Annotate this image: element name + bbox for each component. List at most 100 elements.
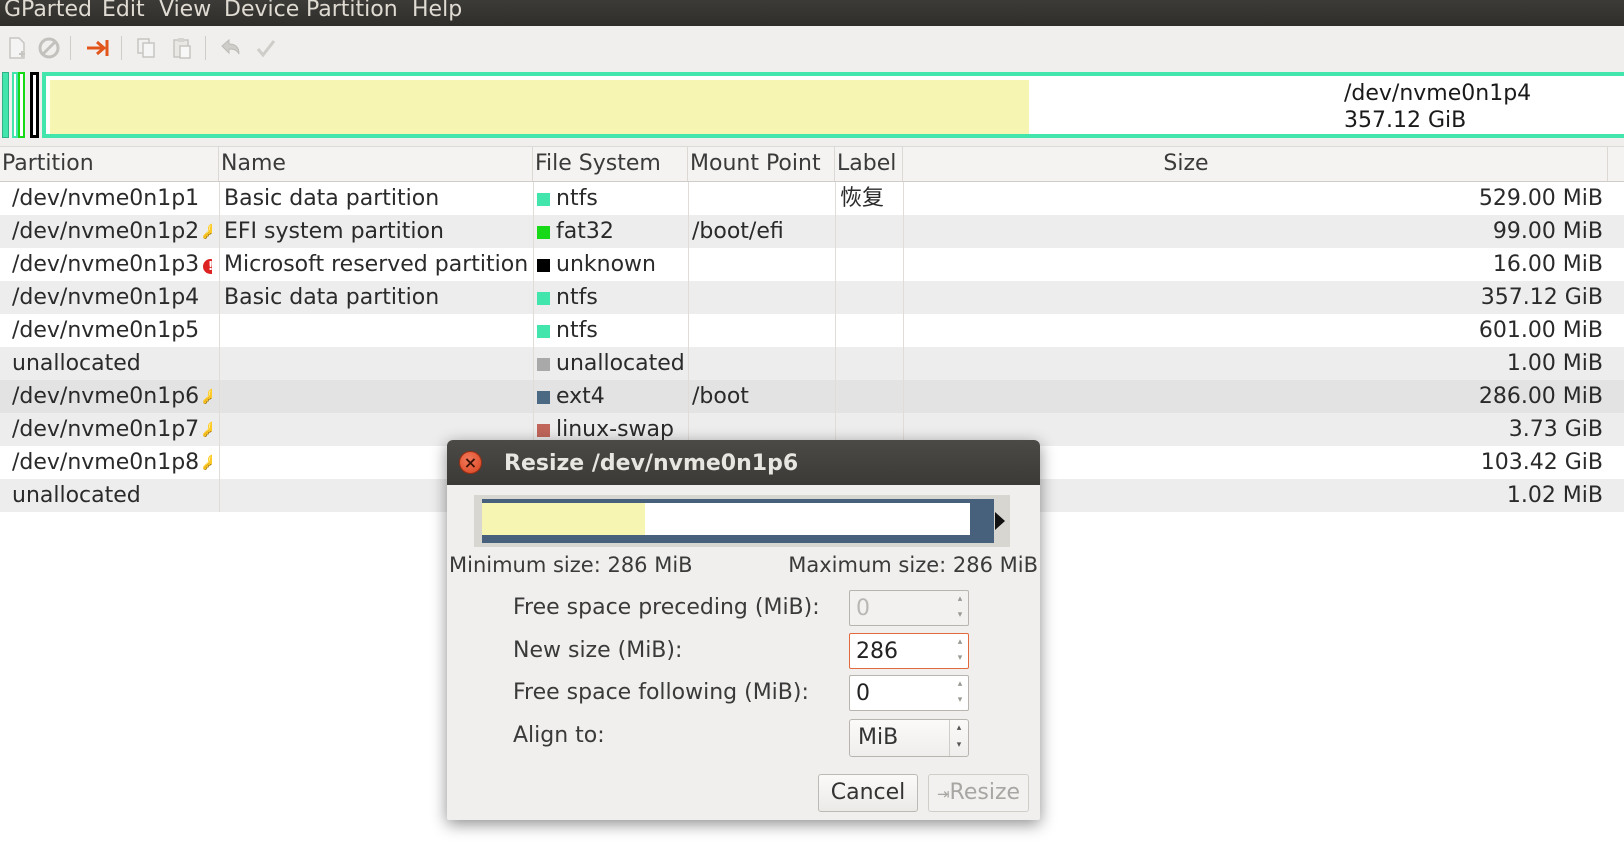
cell-name: Microsoft reserved partition xyxy=(224,248,529,281)
fs-text: unknown xyxy=(556,252,656,277)
column-name[interactable]: Name xyxy=(219,147,533,181)
filesystem-color-swatch xyxy=(537,325,550,338)
new-size-input[interactable] xyxy=(850,634,950,668)
partition-text: /dev/nvme0n1p6 xyxy=(12,384,200,409)
column-divider xyxy=(533,314,534,347)
free-space-preceding-input[interactable] xyxy=(850,591,950,625)
cell-partition: unallocated xyxy=(12,479,212,512)
align-to-select[interactable]: MiB ▴ ▾ xyxy=(849,719,969,757)
minimum-size-text: Minimum size: 286 MiB xyxy=(449,553,693,577)
partition-text: /dev/nvme0n1p8 xyxy=(12,450,200,475)
size-text: 99.00 MiB xyxy=(1492,219,1603,244)
cell-name xyxy=(224,314,529,347)
menu-help[interactable]: Help xyxy=(412,0,462,22)
paste-icon[interactable] xyxy=(168,34,196,62)
resize-map-used-space xyxy=(482,503,645,535)
new-icon[interactable] xyxy=(3,34,31,62)
menu-device[interactable]: Device xyxy=(224,0,299,22)
dialog-titlebar: × Resize /dev/nvme0n1p6 xyxy=(447,440,1040,485)
key-icon: 🔑 xyxy=(202,224,212,240)
free-space-following-input[interactable] xyxy=(850,676,950,710)
menu-edit[interactable]: Edit xyxy=(102,0,145,22)
partition-text: /dev/nvme0n1p1 xyxy=(12,186,200,211)
diskmap-partition-p1[interactable] xyxy=(2,72,9,138)
name-text: Basic data partition xyxy=(224,285,440,310)
partition-text: /dev/nvme0n1p2 xyxy=(12,219,200,244)
resize-map xyxy=(474,495,1010,547)
free-space-following-field[interactable]: ▴▾ xyxy=(849,675,969,711)
new-size-field[interactable]: ▴▾ xyxy=(849,633,969,669)
spin-arrows-icon[interactable]: ▴ ▾ xyxy=(952,591,968,625)
diskmap-partition-p3[interactable] xyxy=(18,72,25,138)
table-row[interactable]: /dev/nvme0n1p2 🔑 EFI system partition fat32… xyxy=(0,215,1624,248)
spin-arrows-icon[interactable]: ▴ ▾ xyxy=(952,676,968,710)
column-divider xyxy=(219,314,220,347)
partition-text: unallocated xyxy=(12,351,141,376)
cell-fs: ntfs xyxy=(537,182,687,215)
partition-text: /dev/nvme0n1p7 xyxy=(12,417,200,442)
toolbar-separator xyxy=(205,36,206,60)
filesystem-color-swatch xyxy=(537,358,550,371)
close-icon[interactable]: × xyxy=(459,451,482,474)
cell-mount xyxy=(692,182,832,215)
resize-button[interactable]: ⇥Resize xyxy=(928,774,1029,812)
cell-label xyxy=(840,380,900,413)
resize-map-free-space xyxy=(645,503,970,535)
column-divider xyxy=(688,281,689,314)
diskmap-partition-p3-unknown[interactable] xyxy=(30,72,39,138)
cell-mount xyxy=(692,314,832,347)
table-row[interactable]: /dev/nvme0n1p6 🔑 ext4/boot 286.00 MiB xyxy=(0,380,1624,413)
table-header: Partition Name File System Mount Point L… xyxy=(0,146,1624,182)
column-size[interactable]: Size xyxy=(903,147,1608,181)
column-divider xyxy=(219,347,220,380)
cancel-button[interactable]: Cancel xyxy=(818,774,918,812)
resize-move-icon[interactable] xyxy=(84,34,112,62)
menu-view[interactable]: View xyxy=(159,0,211,22)
key-icon: 🔑 xyxy=(202,389,212,405)
column-label[interactable]: Label xyxy=(835,147,903,181)
free-space-following-label: Free space following (MiB): xyxy=(513,680,809,705)
fs-text: ntfs xyxy=(556,318,598,343)
warning-icon: ! xyxy=(203,259,212,274)
cell-fs: ntfs xyxy=(537,281,687,314)
cell-mount xyxy=(692,347,832,380)
delete-icon[interactable] xyxy=(35,34,63,62)
menu-partition[interactable]: Partition xyxy=(306,0,398,22)
table-row[interactable]: unallocated unallocated 1.00 MiB xyxy=(0,347,1624,380)
column-divider xyxy=(688,380,689,413)
menu-gparted[interactable]: GParted xyxy=(4,0,92,22)
column-divider xyxy=(835,314,836,347)
table-row[interactable]: /dev/nvme0n1p4 Basic data partition ntfs 35… xyxy=(0,281,1624,314)
cell-mount xyxy=(692,281,832,314)
fs-text: fat32 xyxy=(556,219,614,244)
table-row[interactable]: /dev/nvme0n1p1 Basic data partition ntfs 恢复… xyxy=(0,182,1624,215)
filesystem-color-swatch xyxy=(537,292,550,305)
column-divider xyxy=(533,248,534,281)
name-text: EFI system partition xyxy=(224,219,444,244)
spin-arrows-icon[interactable]: ▴ ▾ xyxy=(952,634,968,668)
size-text: 3.73 GiB xyxy=(1508,417,1603,442)
column-divider xyxy=(219,413,220,446)
apply-icon[interactable] xyxy=(252,34,280,62)
undo-icon[interactable] xyxy=(216,34,244,62)
column-mount-point[interactable]: Mount Point xyxy=(688,147,835,181)
partition-text: /dev/nvme0n1p5 xyxy=(12,318,200,343)
cell-fs: unallocated xyxy=(537,347,687,380)
cell-size: 357.12 GiB xyxy=(903,281,1603,314)
column-file-system[interactable]: File System xyxy=(533,147,688,181)
cell-partition: /dev/nvme0n1p3! xyxy=(12,248,212,281)
size-text: 601.00 MiB xyxy=(1478,318,1603,343)
menu-bar: GParted Edit View Device Partition Help xyxy=(0,0,1624,26)
table-row[interactable]: /dev/nvme0n1p3! Microsoft reserved partit… xyxy=(0,248,1624,281)
free-space-preceding-field[interactable]: ▴▾ xyxy=(849,590,969,626)
copy-icon[interactable] xyxy=(132,34,160,62)
table-row[interactable]: /dev/nvme0n1p5 ntfs 601.00 MiB xyxy=(0,314,1624,347)
resize-handle-icon[interactable] xyxy=(995,512,1005,530)
column-divider xyxy=(219,281,220,314)
column-partition[interactable]: Partition xyxy=(0,147,219,181)
column-divider xyxy=(219,380,220,413)
size-text: 16.00 MiB xyxy=(1492,252,1603,277)
cell-partition: /dev/nvme0n1p7 🔑 xyxy=(12,413,212,446)
free-space-preceding-label: Free space preceding (MiB): xyxy=(513,595,820,620)
cell-partition: /dev/nvme0n1p4 xyxy=(12,281,212,314)
